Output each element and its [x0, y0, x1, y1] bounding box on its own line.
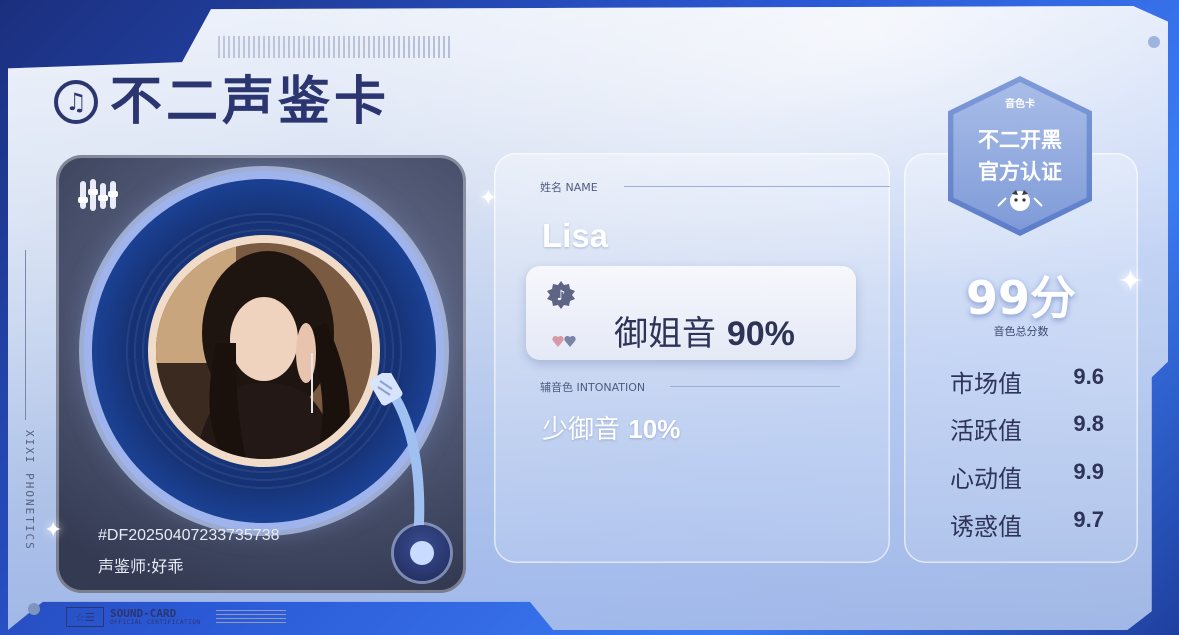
music-note-icon: ♫ [54, 80, 98, 124]
svg-text:♪: ♪ [557, 288, 566, 304]
portrait-illustration [156, 243, 372, 459]
side-vertical-text: XIXI PHONETICS [23, 430, 36, 551]
badge-line-1: 不二开黑 [978, 128, 1062, 152]
sparkle-icon: ✦ [479, 186, 498, 211]
equalizer-icon [78, 179, 118, 211]
badge-line-2: 官方认证 [978, 160, 1062, 184]
player-panel: #DF20250407233735738 声鉴师:好乖 [56, 155, 466, 593]
total-score: 99分 [965, 271, 1076, 325]
mascot-icon [997, 190, 1043, 211]
voice-badge-icon: ♪ [547, 281, 575, 309]
tonearm-knob [410, 541, 434, 565]
metric-allure: 诱惑值 9.7 [950, 507, 1110, 542]
tonearm-base [394, 525, 450, 581]
metric-heartbeat: 心动值 9.9 [950, 459, 1110, 494]
metric-market: 市场值 9.6 [950, 364, 1110, 399]
logo-main-text: SOUND-CARD [110, 607, 177, 620]
card-title-area: ♫ 不二声鉴卡 [54, 76, 390, 128]
metric-label: 诱惑值 [950, 513, 1022, 541]
secondary-label: 辅音色 INTONATION [540, 381, 646, 394]
user-name: Lisa [542, 217, 609, 254]
corner-dot-bottom [28, 603, 40, 615]
metric-value: 9.6 [1073, 364, 1104, 389]
barcode-decoration [218, 36, 450, 58]
appraiser-name: 声鉴师:好乖 [98, 557, 184, 576]
footer-lines [216, 610, 286, 624]
metric-label: 市场值 [950, 370, 1022, 398]
tonearm-icon [369, 373, 425, 543]
card-id: #DF20250407233735738 [98, 527, 280, 544]
secondary-voice: 少御音 10% [542, 409, 680, 446]
name-label: 姓名 NAME [540, 181, 598, 194]
primary-voice-card: ♪ 御姐音 90% [526, 266, 856, 360]
card-title: 不二声鉴卡 [110, 72, 391, 132]
profile-photo [148, 235, 380, 467]
primary-voice-name: 御姐音 [614, 314, 716, 354]
metric-value: 9.7 [1073, 507, 1104, 532]
metric-label: 心动值 [950, 465, 1022, 493]
secondary-voice-name: 少御音 [542, 415, 621, 445]
divider-line [670, 386, 840, 387]
metric-activity: 活跃值 9.8 [950, 411, 1110, 446]
corner-dot [1148, 36, 1160, 48]
side-divider [25, 250, 26, 420]
primary-voice-percent: 90% [726, 315, 795, 353]
logo-sub-text: OFFICIAL CERTIFICATION [110, 619, 201, 626]
primary-voice: 御姐音 90% [614, 306, 795, 355]
metric-label: 活跃值 [950, 417, 1022, 445]
sparkle-icon: ✦ [1118, 264, 1144, 299]
metric-value: 9.8 [1073, 411, 1104, 436]
secondary-voice-percent: 10% [628, 414, 681, 444]
metric-value: 9.9 [1073, 459, 1104, 484]
divider-line [624, 186, 890, 187]
voice-info-panel: 姓名 NAME Lisa ♪ 御姐音 90% 辅音色 INTONATION 少御… [494, 153, 890, 563]
total-score-label: 音色总分数 [993, 325, 1049, 338]
hearts-icon [552, 335, 576, 347]
logo-icon: ☆☰ [66, 607, 104, 627]
sparkle-icon: ✦ [44, 518, 63, 543]
sound-card-logo: ☆☰ SOUND-CARD OFFICIAL CERTIFICATION [66, 607, 200, 627]
